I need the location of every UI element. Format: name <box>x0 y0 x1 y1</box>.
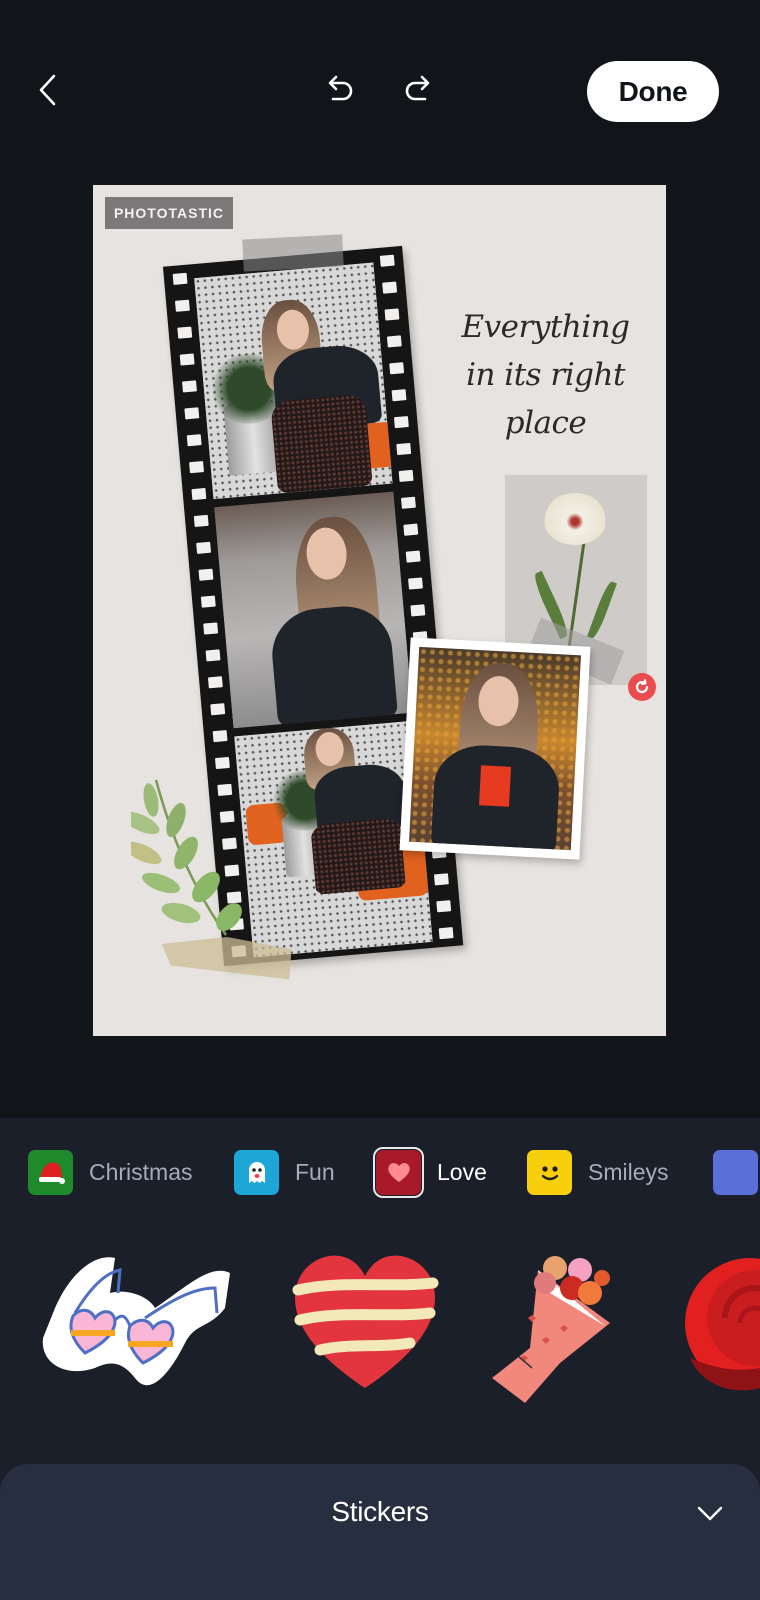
sticker-editor-screen: Done PHOTOTASTIC Everything in its right… <box>0 0 760 1600</box>
top-toolbar: Done <box>0 0 760 180</box>
back-button[interactable] <box>26 68 70 112</box>
film-sprocket-hole <box>396 442 412 456</box>
film-sprocket-hole <box>174 299 190 312</box>
tape-decoration <box>242 234 344 272</box>
film-sprocket-hole <box>393 416 409 429</box>
collage-canvas[interactable]: PHOTOTASTIC Everything in its right plac… <box>93 185 666 1036</box>
film-sprocket-hole <box>196 541 212 554</box>
film-sprocket-hole <box>212 730 228 743</box>
film-sprocket-hole <box>191 487 207 501</box>
tab-more-category[interactable] <box>713 1148 758 1196</box>
flower-bouquet-sticker[interactable] <box>490 1248 630 1408</box>
sticker-list <box>0 1226 760 1466</box>
film-sprocket-hole <box>391 389 407 402</box>
film-sprocket-hole <box>403 523 419 536</box>
santa-hat-icon <box>38 1162 65 1184</box>
tab-label: Love <box>437 1158 487 1185</box>
film-sprocket-hole <box>398 469 414 482</box>
film-sprocket-hole <box>438 927 454 940</box>
film-sprocket-hole <box>379 254 395 267</box>
film-sprocket-hole <box>433 873 449 886</box>
sticker-category-tabs: Christmas Fun Love Smileys <box>0 1118 760 1226</box>
film-sprocket-hole <box>203 622 219 635</box>
film-sprocket-hole <box>172 272 188 285</box>
tab-christmas[interactable]: Christmas <box>28 1148 193 1196</box>
leaf-sprig-sticker[interactable] <box>131 775 251 945</box>
film-sprocket-hole <box>184 407 200 420</box>
film-sprocket-hole <box>182 380 197 393</box>
ghost-icon <box>248 1162 265 1183</box>
tab-label: Christmas <box>89 1158 193 1185</box>
tab-label: Smileys <box>588 1158 669 1185</box>
redo-button[interactable] <box>396 68 440 112</box>
redo-icon <box>405 75 430 101</box>
tab-fun[interactable]: Fun <box>234 1148 335 1196</box>
tab-smileys[interactable]: Smileys <box>527 1148 669 1196</box>
polaroid-photo[interactable] <box>399 637 591 860</box>
undo-icon <box>328 75 353 101</box>
rotate-handle[interactable] <box>628 673 656 701</box>
red-rose-sticker[interactable] <box>670 1248 760 1398</box>
film-sprocket-hole <box>179 353 195 366</box>
film-sprocket-hole <box>207 676 223 689</box>
film-sprocket-hole <box>389 362 405 375</box>
tab-love[interactable]: Love <box>373 1146 487 1198</box>
done-button[interactable]: Done <box>587 61 719 122</box>
heart-icon <box>387 1163 410 1182</box>
heart-glasses-sticker[interactable] <box>35 1248 235 1398</box>
film-sprocket-hole <box>386 335 402 348</box>
film-sprocket-hole <box>177 326 193 339</box>
film-sprocket-hole <box>205 649 221 662</box>
rotate-icon <box>635 679 649 694</box>
category-icon <box>713 1149 758 1195</box>
film-sprocket-hole <box>210 703 226 716</box>
chevron-down-icon <box>697 1506 723 1521</box>
film-sprocket-hole <box>436 900 452 913</box>
tab-label: Fun <box>295 1158 335 1185</box>
film-sprocket-hole <box>193 514 209 528</box>
stickers-bottom-sheet: Stickers <box>0 1464 760 1600</box>
film-sprocket-hole <box>198 568 214 581</box>
film-sprocket-hole <box>214 756 230 770</box>
striped-heart-sticker[interactable] <box>290 1248 440 1398</box>
smiley-icon <box>541 1166 558 1181</box>
film-sprocket-hole <box>408 577 423 590</box>
film-sprocket-hole <box>186 434 202 447</box>
film-sprocket-hole <box>384 308 400 321</box>
film-sprocket-hole <box>189 461 204 474</box>
quote-text[interactable]: Everything in its right place <box>458 303 633 447</box>
brand-tag: PHOTOTASTIC <box>105 197 233 229</box>
film-sprocket-hole <box>405 550 421 563</box>
film-sprocket-hole <box>401 496 416 509</box>
chevron-left-icon <box>39 74 56 106</box>
collapse-button[interactable] <box>692 1496 728 1532</box>
undo-button[interactable] <box>318 68 362 112</box>
sheet-title: Stickers <box>331 1496 429 1527</box>
film-sprocket-hole <box>410 604 426 617</box>
film-photo-1[interactable] <box>194 262 393 500</box>
film-sprocket-hole <box>200 595 216 608</box>
film-photo-2[interactable] <box>214 491 413 729</box>
film-sprocket-hole <box>382 281 398 294</box>
